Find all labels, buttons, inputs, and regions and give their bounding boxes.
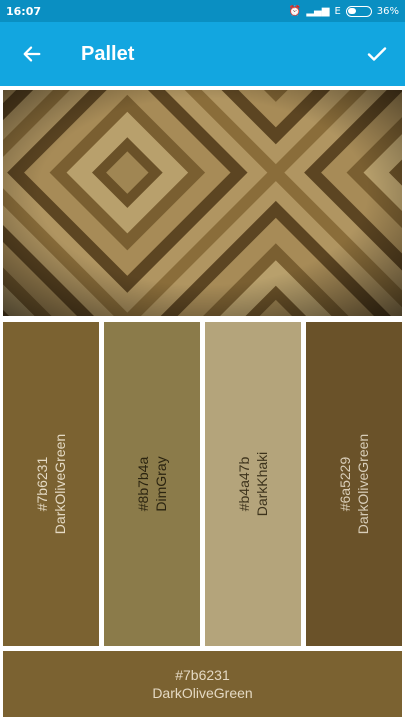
battery-icon — [345, 5, 372, 17]
swatch-label: #8b7b4a DimGray — [134, 456, 170, 511]
swatch-hex: #b4a47b — [236, 456, 252, 512]
swatch-label: #7b6231 DarkOliveGreen — [33, 434, 69, 534]
confirm-button[interactable] — [349, 22, 405, 86]
selected-name: DarkOliveGreen — [152, 685, 253, 701]
arrow-left-icon — [23, 46, 41, 62]
alarm-icon: ⏰ — [288, 5, 302, 17]
swatch-4[interactable]: #6a5229 DarkOliveGreen — [306, 322, 402, 646]
swatch-hex: #8b7b4a — [135, 456, 151, 512]
swatch-3[interactable]: #b4a47b DarkKhaki — [205, 322, 301, 646]
back-button[interactable] — [0, 22, 64, 86]
swatch-name: DimGray — [153, 456, 169, 512]
check-icon — [367, 47, 387, 61]
palette-swatches: #7b6231 DarkOliveGreen #8b7b4a DimGray #… — [3, 322, 402, 646]
selected-color-bar[interactable]: #7b6231 DarkOliveGreen — [3, 651, 402, 717]
swatch-name: DarkKhaki — [254, 451, 270, 517]
signal-icon: ▂▄▆ — [306, 5, 330, 17]
selected-hex: #7b6231 — [175, 667, 230, 683]
swatch-hex: #6a5229 — [337, 456, 353, 512]
page-title: Pallet — [81, 42, 135, 65]
carpet-pattern-image — [3, 90, 402, 316]
status-bar: 16:07 ⏰ ▂▄▆ E 36% — [0, 0, 405, 22]
swatch-label: #6a5229 DarkOliveGreen — [336, 434, 372, 534]
status-time: 16:07 — [6, 4, 42, 18]
swatch-2[interactable]: #8b7b4a DimGray — [104, 322, 200, 646]
swatch-name: DarkOliveGreen — [355, 433, 371, 535]
swatch-name: DarkOliveGreen — [52, 433, 68, 535]
source-photo — [3, 90, 402, 316]
battery-level: 36% — [376, 5, 399, 17]
swatch-hex: #7b6231 — [34, 456, 50, 512]
network-type: E — [334, 5, 341, 17]
status-icons: ⏰ ▂▄▆ E 36% — [288, 5, 399, 17]
swatch-label: #b4a47b DarkKhaki — [235, 452, 271, 517]
app-bar: Pallet — [0, 22, 405, 86]
swatch-1[interactable]: #7b6231 DarkOliveGreen — [3, 322, 99, 646]
